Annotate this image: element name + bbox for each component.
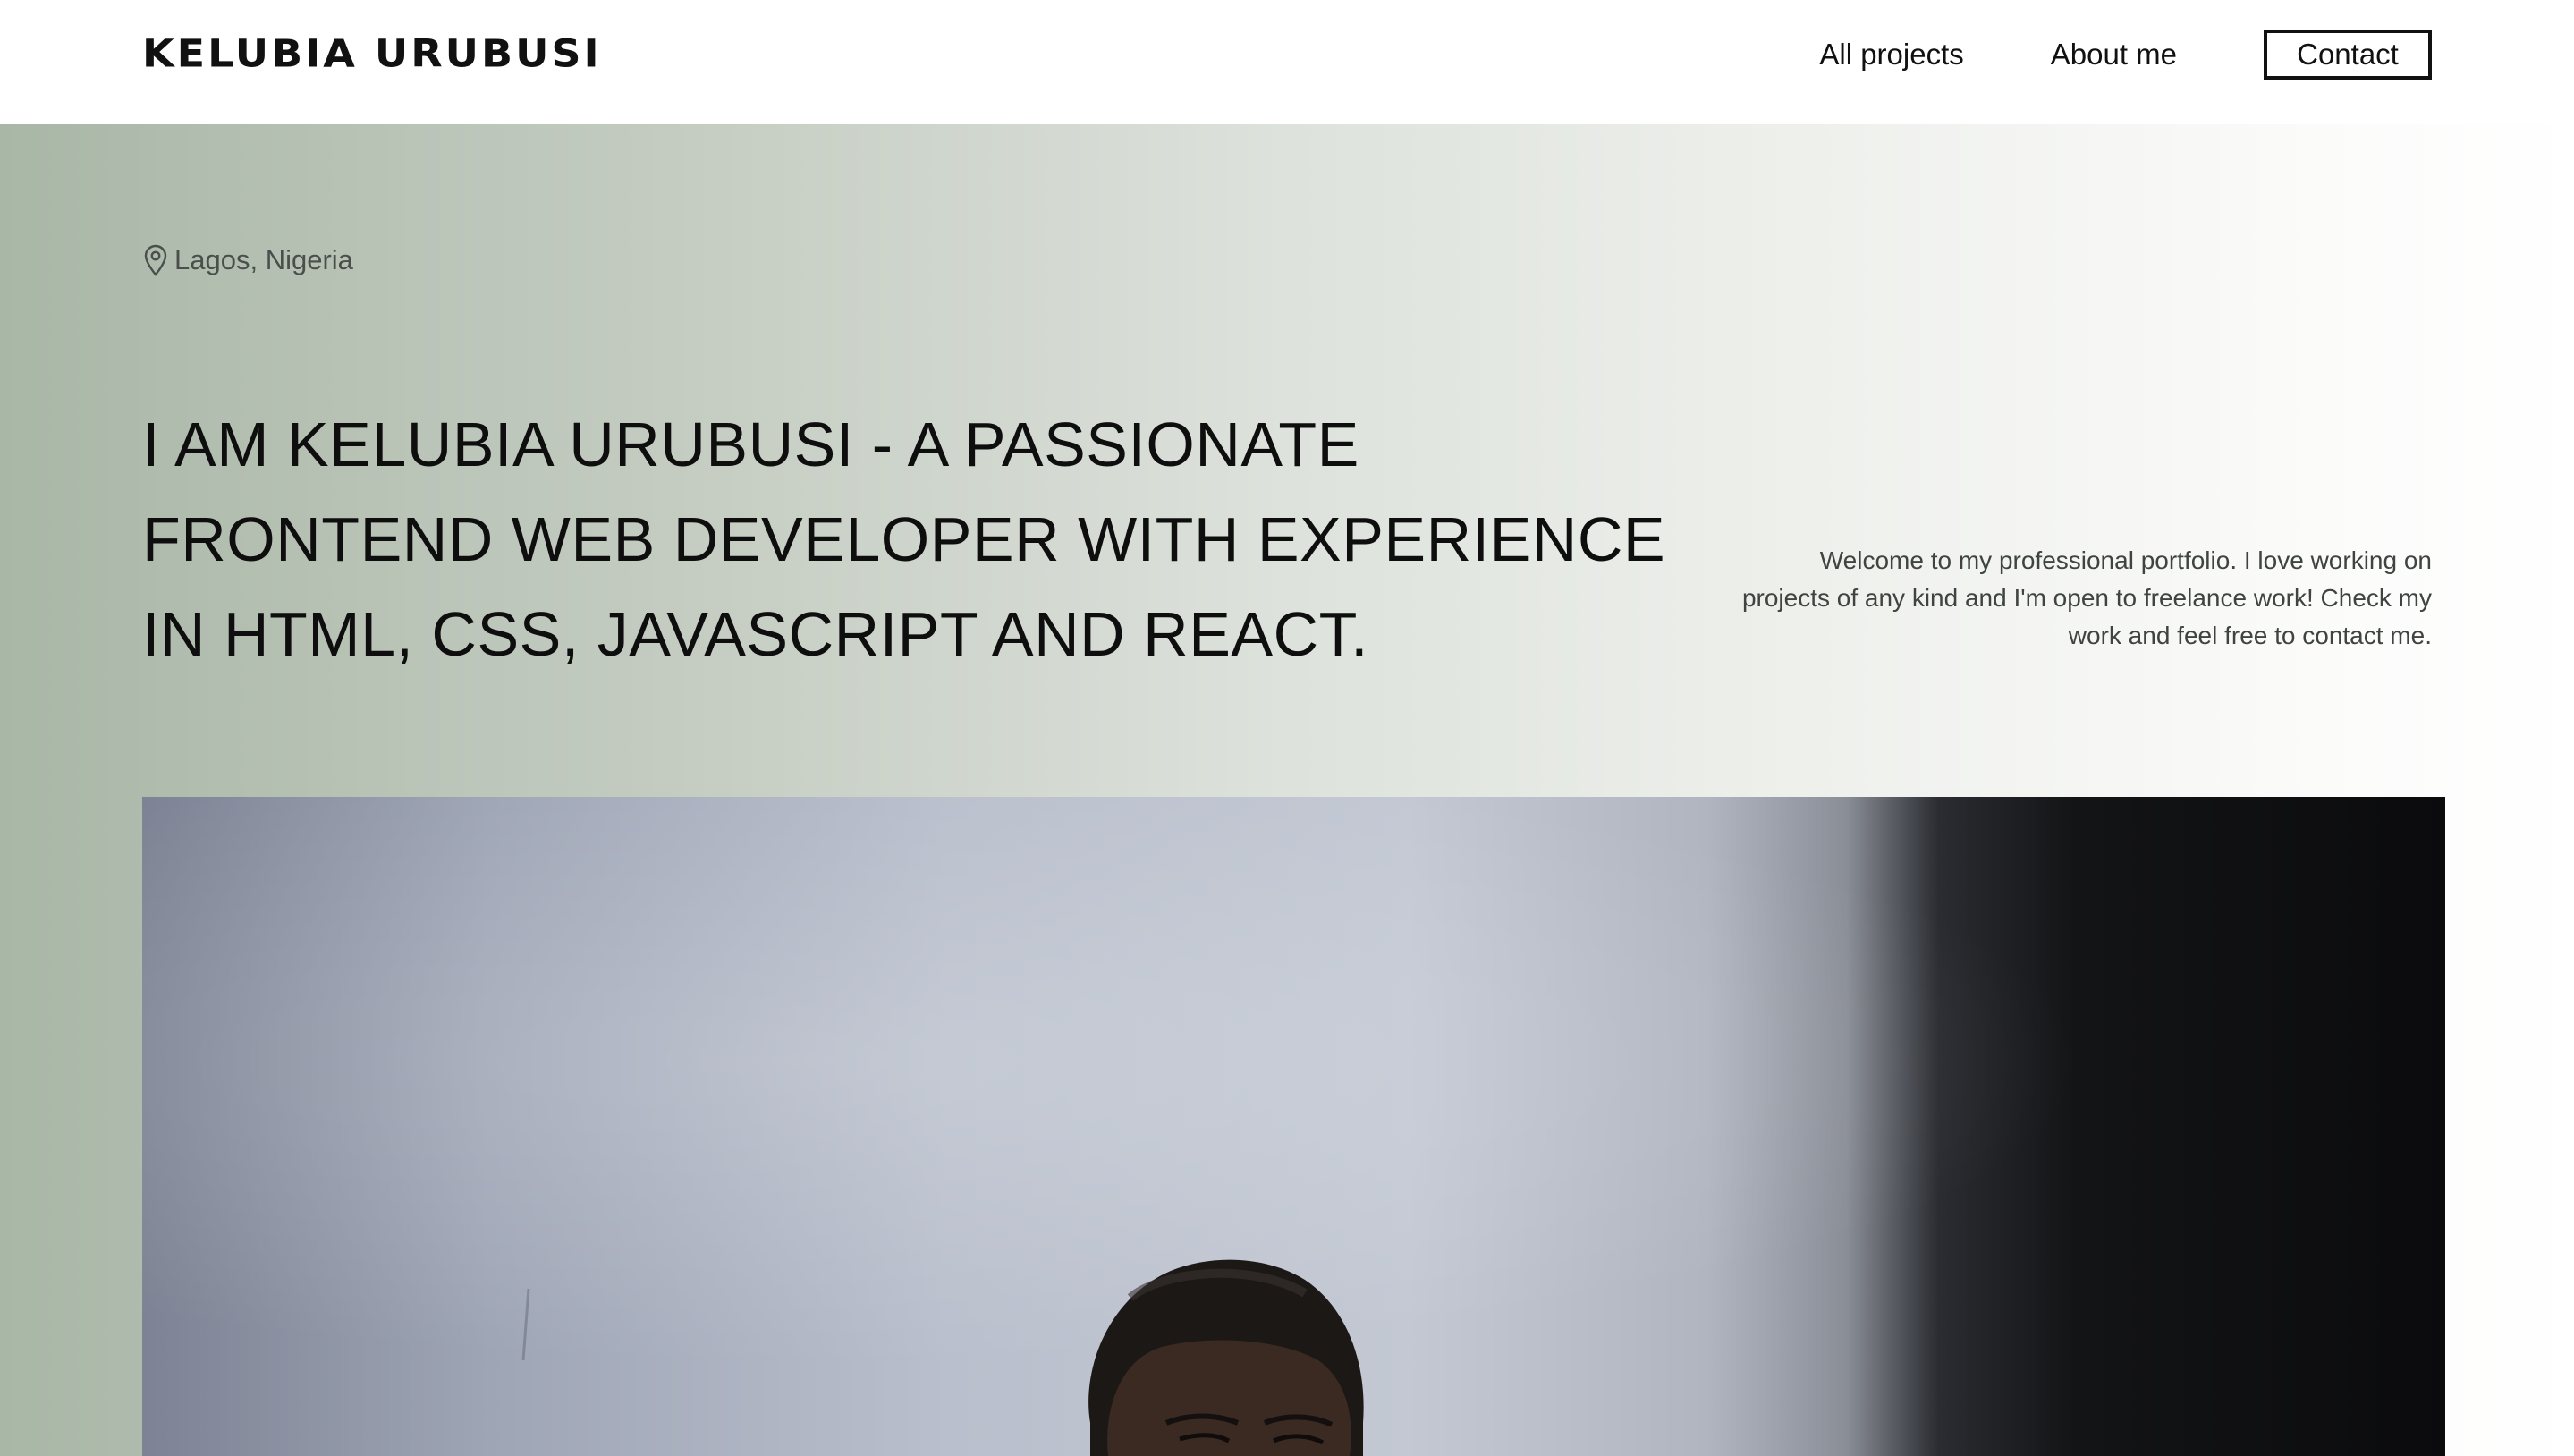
person-portrait	[521, 1259, 1364, 1456]
location: Lagos, Nigeria	[142, 241, 353, 280]
location-text: Lagos, Nigeria	[174, 244, 353, 275]
main-nav: All projects About me Contact	[1819, 30, 2432, 80]
hero-headline: I AM KELUBIA URUBUSI - A PASSIONATE FRON…	[142, 410, 1666, 669]
contact-button[interactable]: Contact	[2264, 30, 2432, 80]
site-logo[interactable]: KELUBIA URUBUSI	[142, 29, 602, 78]
map-pin-icon	[142, 244, 169, 276]
portrait-photo	[142, 797, 2445, 1456]
nav-link-all-projects[interactable]: All projects	[1819, 38, 1963, 72]
hero-section: Lagos, Nigeria I AM KELUBIA URUBUSI - A …	[0, 124, 2574, 1456]
hero-intro: Welcome to my professional portfolio. I …	[1741, 546, 2432, 649]
site-header: KELUBIA URUBUSI All projects About me Co…	[0, 0, 2574, 124]
nav-link-about-me[interactable]: About me	[2051, 38, 2177, 72]
